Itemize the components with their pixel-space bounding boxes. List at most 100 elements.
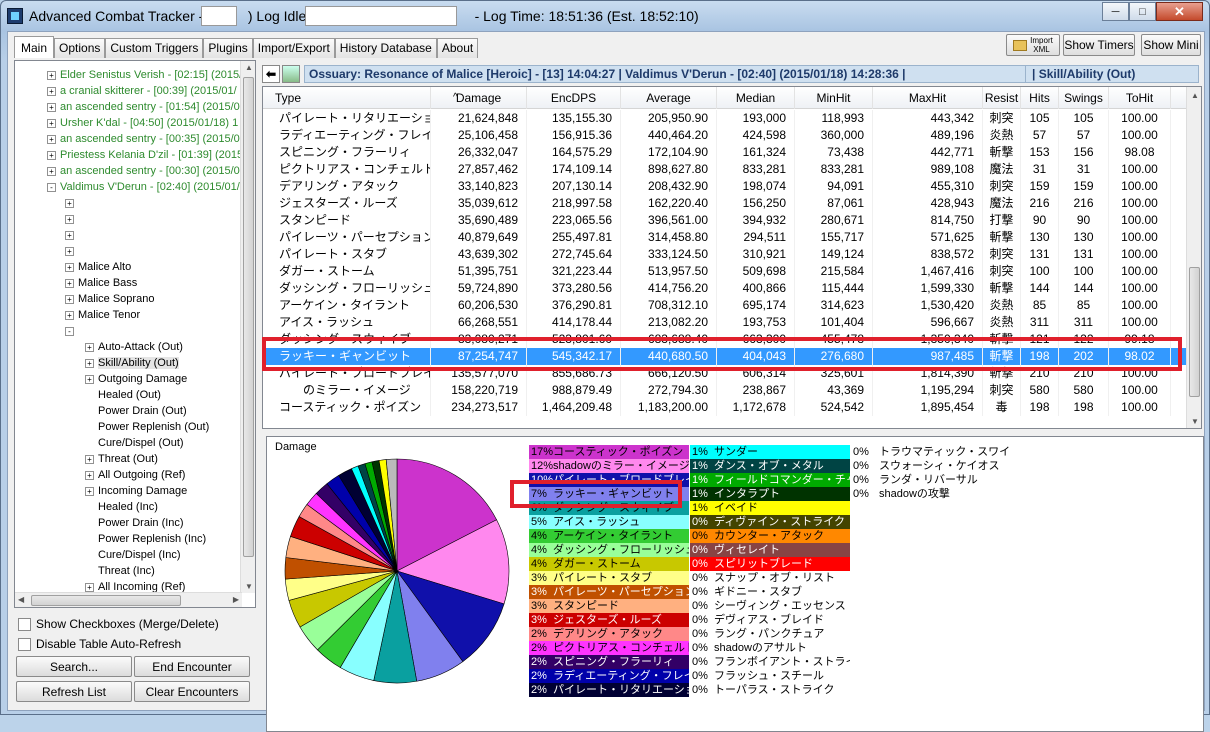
column-header-minhit[interactable]: MinHit <box>795 87 873 109</box>
tree-vertical-scrollbar[interactable]: ▲ ▼ <box>240 61 255 593</box>
tree-view-item[interactable]: Power Replenish (Inc) <box>98 531 206 547</box>
tab-custom-triggers[interactable]: Custom Triggers <box>105 38 204 58</box>
tree-horizontal-scrollbar[interactable]: ◀ ▶ <box>15 592 242 607</box>
tree-view-item[interactable]: + Outgoing Damage <box>85 371 187 387</box>
tree-encounter-item[interactable]: + an ascended sentry - [00:30] (2015/0 <box>47 163 240 179</box>
scroll-down-icon[interactable]: ▼ <box>1191 417 1199 426</box>
image-icon[interactable] <box>282 65 300 83</box>
tab-main[interactable]: Main <box>14 36 55 58</box>
expand-icon[interactable]: + <box>47 118 56 128</box>
data-table[interactable]: Type ^ Damage EncDPS Average Median MinHit MaxH… <box>262 86 1202 429</box>
scroll-up-icon[interactable]: ▲ <box>1191 91 1199 100</box>
expand-icon[interactable]: + <box>65 310 74 320</box>
clear-encounters-button[interactable]: Clear Encounters <box>134 681 250 702</box>
expand-icon[interactable]: + <box>65 230 74 240</box>
tree-combatant-item[interactable]: + Malice Alto <box>65 259 131 275</box>
tab-about[interactable]: About <box>436 38 479 58</box>
disable-refresh-checkbox[interactable] <box>18 638 31 651</box>
column-header-average[interactable]: Average <box>621 87 717 109</box>
tree-encounter-item[interactable]: - Valdimus V'Derun - [02:40] (2015/01/ <box>47 179 240 195</box>
table-row[interactable]: パイレーツ・パーセプション 40,879,649 255,497.81 314,458… <box>263 229 1187 246</box>
scroll-left-icon[interactable]: ◀ <box>18 595 24 604</box>
tree-combatant-item[interactable]: + Malice Bass <box>65 275 137 291</box>
expand-icon[interactable]: + <box>85 470 94 480</box>
collapse-icon[interactable]: - <box>65 326 74 336</box>
search-button[interactable]: Search... <box>16 656 132 677</box>
column-header-swings[interactable]: Swings <box>1059 87 1109 109</box>
expand-icon[interactable]: + <box>47 150 56 160</box>
encounter-tree[interactable]: + Elder Senistus Verish - [02:15] (2015/+… <box>14 60 256 608</box>
tab-plugins[interactable]: Plugins <box>203 38 253 58</box>
table-row[interactable]: ジェスターズ・ルーズ 35,039,612 218,997.58 162,220.40… <box>263 195 1187 212</box>
tree-encounter-item[interactable]: + Priestess Kelania D'zil - [01:39] (2015… <box>47 147 242 163</box>
tree-encounter-item[interactable]: + Ursher K'dal - [04:50] (2015/01/18) 1 <box>47 115 238 131</box>
tree-encounter-item[interactable]: + an ascended sentry - [01:54] (2015/0 <box>47 99 240 115</box>
tab-import-export[interactable]: Import/Export <box>252 38 335 58</box>
expand-icon[interactable]: + <box>85 582 94 592</box>
tree-encounter-item[interactable]: + an ascended sentry - [00:35] (2015/0 <box>47 131 240 147</box>
scrollbar-thumb[interactable] <box>243 77 254 557</box>
tree-encounter-item[interactable]: + a cranial skitterer - [00:39] (2015/01/ <box>47 83 237 99</box>
tab-history-database[interactable]: History Database <box>334 38 437 58</box>
tree-view-item[interactable]: + All Outgoing (Ref) <box>85 467 185 483</box>
column-header-hits[interactable]: Hits <box>1021 87 1059 109</box>
expand-icon[interactable]: + <box>47 166 56 176</box>
tree-node[interactable]: - <box>65 323 78 339</box>
expand-icon[interactable]: + <box>85 374 94 384</box>
scrollbar-thumb[interactable] <box>31 595 181 606</box>
refresh-list-button[interactable]: Refresh List <box>16 681 132 702</box>
tree-combatant-item[interactable]: + Malice Tenor <box>65 307 140 323</box>
table-row[interactable]: コースティック・ポイズン 234,273,517 1,464,209.48 1,183… <box>263 399 1187 416</box>
expand-icon[interactable]: + <box>85 358 94 368</box>
expand-icon[interactable]: + <box>65 214 74 224</box>
tree-view-item[interactable]: Cure/Dispel (Inc) <box>98 547 181 563</box>
table-row[interactable]: ピクトリアス・コンチェルト 27,857,462 174,109.14 898,627… <box>263 161 1187 178</box>
table-row[interactable]: のミラー・イメージ 158,220,719 988,879.49 272,794.30… <box>263 382 1187 399</box>
expand-icon[interactable]: + <box>65 278 74 288</box>
expand-icon[interactable]: + <box>65 198 74 208</box>
tree-view-item[interactable]: Cure/Dispel (Out) <box>98 435 184 451</box>
table-row[interactable]: アーケイン・タイラント 60,206,530 376,290.81 708,312.1… <box>263 297 1187 314</box>
table-vertical-scrollbar[interactable]: ▲ ▼ <box>1186 87 1201 428</box>
expand-icon[interactable]: + <box>47 102 56 112</box>
tree-view-item[interactable]: Power Drain (Out) <box>98 403 187 419</box>
title-bar[interactable]: Advanced Combat Tracker - () Log Idle - … <box>1 1 1209 31</box>
tree-view-item[interactable]: + Skill/Ability (Out) <box>85 355 179 371</box>
back-arrow-icon[interactable]: ⬅ <box>262 65 280 83</box>
column-header-median[interactable]: Median <box>717 87 795 109</box>
table-row[interactable]: デアリング・アタック 33,140,823 207,130.14 208,432.90… <box>263 178 1187 195</box>
column-header-tohit[interactable]: ToHit <box>1109 87 1171 109</box>
table-row[interactable]: スタンピード 35,690,489 223,065.56 396,561.00 394,… <box>263 212 1187 229</box>
tree-view-item[interactable]: + Incoming Damage <box>85 483 187 499</box>
tree-node[interactable]: + <box>65 195 78 211</box>
minimize-button[interactable]: ─ <box>1102 2 1129 21</box>
tree-view-item[interactable]: Healed (Out) <box>98 387 161 403</box>
tree-view-item[interactable]: + Threat (Out) <box>85 451 158 467</box>
table-row[interactable]: パイレート・リタリエーション 21,624,848 135,155.30 205,95… <box>263 110 1187 127</box>
table-row[interactable]: ラディエーティング・フレイム III25,106,458156,915.3644… <box>263 127 1187 144</box>
expand-icon[interactable]: + <box>65 246 74 256</box>
import-xml-button[interactable]: Import XML <box>1006 34 1060 56</box>
table-row[interactable]: スピニング・フラーリィ 26,332,047 164,575.29 172,104.9… <box>263 144 1187 161</box>
expand-icon[interactable]: + <box>85 342 94 352</box>
column-header-resist[interactable]: Resist <box>983 87 1021 109</box>
end-encounter-button[interactable]: End Encounter <box>134 656 250 677</box>
expand-icon[interactable]: + <box>85 454 94 464</box>
expand-icon[interactable]: + <box>65 294 74 304</box>
column-header-encdps[interactable]: EncDPS <box>527 87 621 109</box>
show-mini-button[interactable]: Show Mini <box>1141 34 1201 56</box>
maximize-button[interactable]: □ <box>1129 2 1156 21</box>
table-row[interactable]: ダッシング・フローリッシュ 59,724,890 373,280.56 414,756… <box>263 280 1187 297</box>
scroll-down-icon[interactable]: ▼ <box>245 582 253 591</box>
column-header-maxhit[interactable]: MaxHit <box>873 87 983 109</box>
tree-view-item[interactable]: + Auto-Attack (Out) <box>85 339 183 355</box>
tree-view-item[interactable]: + All Incoming (Ref) <box>85 579 185 593</box>
tree-view-item[interactable]: Power Drain (Inc) <box>98 515 184 531</box>
table-row[interactable]: パイレート・スタブ 43,639,302 272,745.64 333,124.50 3… <box>263 246 1187 263</box>
expand-icon[interactable]: + <box>85 486 94 496</box>
tree-node[interactable]: + <box>65 227 78 243</box>
table-row[interactable]: アイス・ラッシュ 66,268,551 414,178.44 213,082.20 19… <box>263 314 1187 331</box>
column-header-damage[interactable]: ^ Damage <box>431 87 527 109</box>
tree-node[interactable]: + <box>65 243 78 259</box>
column-header-type[interactable]: Type <box>263 87 431 109</box>
